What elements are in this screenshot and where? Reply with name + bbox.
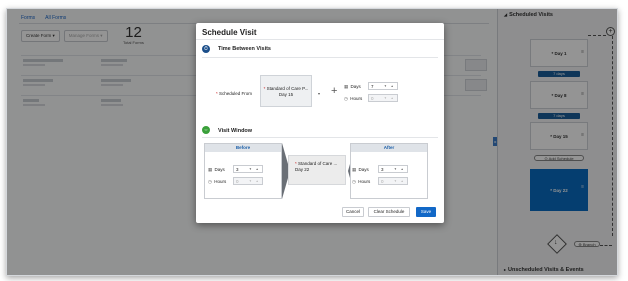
before-header: Before xyxy=(205,144,281,152)
after-hours-label: ◷ Hours xyxy=(352,179,371,184)
time-hours-input[interactable]: 0 ▾ ▴ xyxy=(368,94,398,102)
stepper-arrows-icon[interactable]: ▾ ▴ xyxy=(395,166,406,173)
cancel-button[interactable]: Cancel xyxy=(342,207,364,217)
days-label: ▦ Days xyxy=(344,84,361,89)
stepper-arrows-icon[interactable]: ▾ ▴ xyxy=(395,178,406,185)
before-days-input[interactable]: 3 ▾ ▴ xyxy=(233,165,263,173)
clock-icon: ⏱ xyxy=(202,45,210,53)
window-target-visit: * Standard of Care ... Day 22 xyxy=(288,155,346,185)
before-hours-input[interactable]: 0 ▾ ▴ xyxy=(233,177,263,185)
divider xyxy=(196,39,444,40)
scheduled-from-label: * Scheduled From xyxy=(216,91,253,96)
stepper-arrows-icon[interactable]: ▾ ▴ xyxy=(250,166,261,173)
stepper-arrows-icon[interactable]: ▾ ▴ xyxy=(385,83,396,90)
clear-schedule-button[interactable]: Clear Schedule xyxy=(368,207,410,217)
save-button[interactable]: Save xyxy=(416,207,436,217)
before-days-label: ▦ Days xyxy=(208,167,225,172)
target-visit-day: Day 22 xyxy=(295,166,310,172)
hours-label: ◷ Hours xyxy=(344,96,363,101)
after-days-label: ▦ Days xyxy=(352,167,369,172)
divider xyxy=(202,137,438,138)
scheduled-from-day: Day 15 xyxy=(278,91,294,97)
visit-window-title: Visit Window xyxy=(218,128,253,134)
scheduled-from-visit-name: Standard of Care P... xyxy=(266,86,309,91)
dialog-title: Schedule Visit xyxy=(202,28,257,37)
time-between-visits-title: Time Between Visits xyxy=(218,46,271,52)
plus-icon: + xyxy=(331,85,338,97)
stepper-arrows-icon[interactable]: ▾ ▴ xyxy=(250,178,261,185)
target-visit-name: Standard of Care ... xyxy=(298,161,338,166)
after-hours-input[interactable]: 0 ▾ ▴ xyxy=(378,177,408,185)
schedule-visit-dialog: Schedule Visit ⏱ Time Between Visits * S… xyxy=(196,23,444,223)
time-days-input[interactable]: 7 ▾ ▴ xyxy=(368,82,398,90)
chevron-down-icon[interactable]: ▾ xyxy=(318,91,320,96)
divider xyxy=(202,57,438,58)
stepper-arrows-icon[interactable]: ▾ ▴ xyxy=(385,95,396,102)
window-icon: ⇔ xyxy=(202,126,210,134)
scheduled-from-selector[interactable]: * Standard of Care P... Day 15 xyxy=(260,75,312,107)
after-days-input[interactable]: 3 ▾ ▴ xyxy=(378,165,408,173)
before-hours-label: ◷ Hours xyxy=(208,179,227,184)
after-header: After xyxy=(351,144,427,152)
